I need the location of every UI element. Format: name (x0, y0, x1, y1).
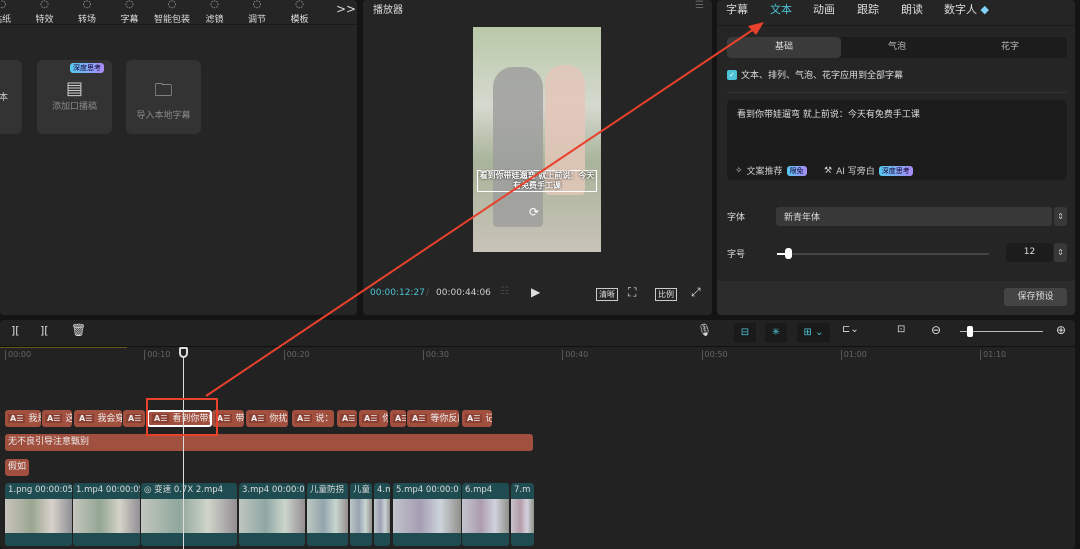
annotation-arrow (205, 22, 764, 397)
